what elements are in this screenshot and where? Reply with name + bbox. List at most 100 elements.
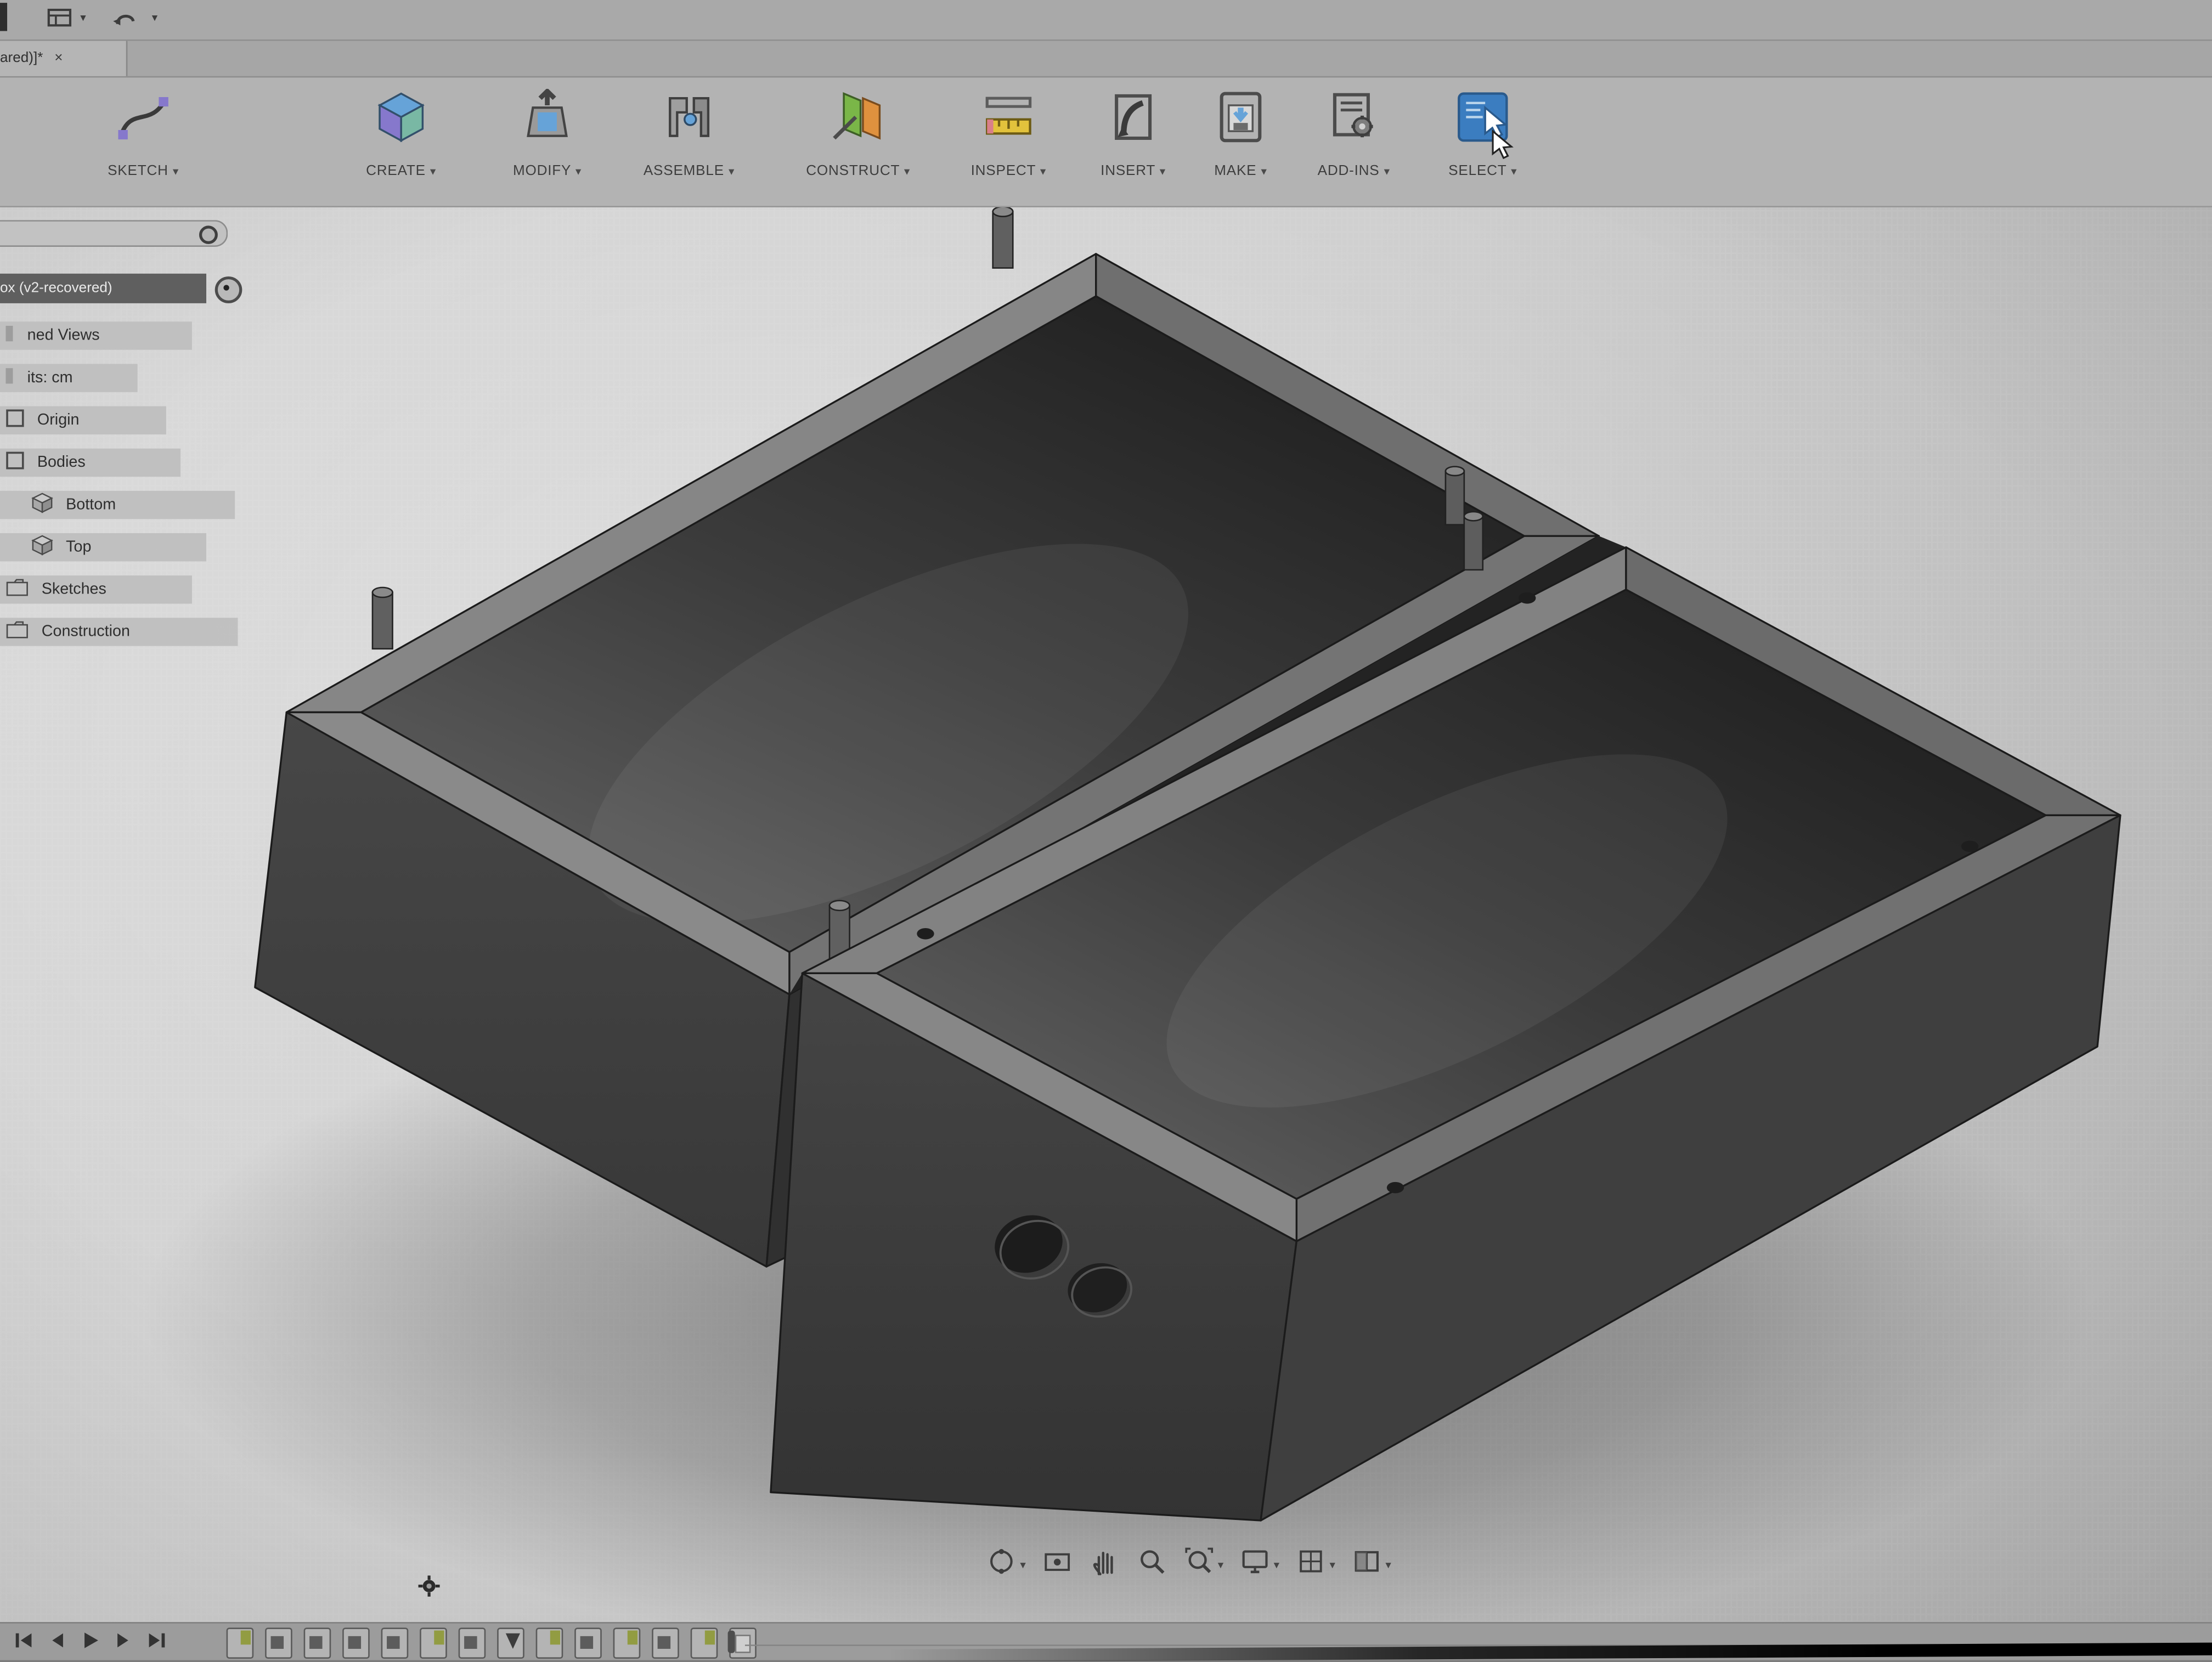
nav-grid-and-snaps-button[interactable]: ▾ xyxy=(1295,1546,1335,1584)
gear-icon[interactable] xyxy=(419,1575,440,1603)
toolbar-item-select[interactable]: SELECT ▾ xyxy=(1417,86,1549,179)
dropdown-caret-icon[interactable]: ▾ xyxy=(430,165,436,178)
timeline-playhead[interactable] xyxy=(728,1631,735,1653)
browser-row-construction[interactable]: Construction xyxy=(0,618,238,646)
nav-zoom-button[interactable] xyxy=(1136,1546,1167,1584)
look-at-icon xyxy=(1042,1546,1073,1584)
browser-row-bodies[interactable]: Bodies xyxy=(0,449,180,477)
nav-look-at-button[interactable] xyxy=(1042,1546,1073,1584)
toolbar-item-inspect[interactable]: INSPECT ▾ xyxy=(943,86,1074,179)
dropdown-caret-icon[interactable]: ▾ xyxy=(575,165,582,178)
timeline-feature-sketch-13[interactable] xyxy=(691,1627,718,1659)
toolbar-item-create[interactable]: CREATE ▾ xyxy=(335,86,467,179)
toolbar-item-make[interactable]: MAKE ▾ xyxy=(1175,86,1306,179)
dropdown-caret-icon[interactable]: ▾ xyxy=(904,165,910,178)
document-name-header[interactable]: ox (v2-recovered) xyxy=(0,274,206,303)
dropdown-caret-icon[interactable]: ▾ xyxy=(1160,165,1166,178)
browser-row-sketches[interactable]: Sketches xyxy=(0,575,192,603)
record-target-icon[interactable] xyxy=(215,276,242,303)
viewport[interactable] xyxy=(0,206,2212,1622)
timeline-feature-feature-10[interactable] xyxy=(574,1627,602,1659)
toolbar-item-construct[interactable]: CONSTRUCT ▾ xyxy=(792,86,924,179)
nav-pan-button[interactable] xyxy=(1089,1546,1120,1584)
timeline-go-to-end-button[interactable] xyxy=(146,1631,166,1658)
nav-fit-button[interactable]: ▾ xyxy=(1183,1546,1223,1584)
undo-icon[interactable] xyxy=(112,7,140,37)
model-scene[interactable] xyxy=(0,206,2212,1622)
ribbon-toolbar: SKETCH ▾ CREATE ▾ MODIFY ▾ ASSEMBLE ▾ CO… xyxy=(0,77,2212,207)
view-navigation-bar: ▾ ▾ ▾ ▾ ▾ xyxy=(986,1546,1391,1584)
dropdown-caret-icon[interactable]: ▾ xyxy=(80,12,86,24)
dropdown-caret-icon[interactable]: ▾ xyxy=(1274,1558,1279,1571)
timeline-feature-sketch-11[interactable] xyxy=(613,1627,641,1659)
dropdown-caret-icon[interactable]: ▾ xyxy=(729,165,735,178)
file-icon[interactable] xyxy=(47,7,73,37)
nav-viewports-button[interactable]: ▾ xyxy=(1351,1546,1391,1584)
folder-icon xyxy=(5,620,29,643)
timeline-feature-sketch-6[interactable] xyxy=(420,1627,447,1659)
insert-icon xyxy=(1104,89,1161,151)
dropdown-caret-icon[interactable]: ▾ xyxy=(152,12,157,24)
dropdown-caret-icon[interactable]: ▾ xyxy=(1385,1558,1391,1571)
dropdown-caret-icon[interactable]: ▾ xyxy=(1040,165,1046,178)
orbit-icon xyxy=(986,1546,1017,1584)
hole-icon xyxy=(1387,1182,1404,1194)
dot-circle-icon xyxy=(199,225,218,244)
dropdown-caret-icon[interactable]: ▾ xyxy=(1261,165,1267,178)
timeline-feature-feature-3[interactable] xyxy=(304,1627,331,1659)
timeline-feature-feature-2[interactable] xyxy=(265,1627,292,1659)
inspect-icon xyxy=(980,89,1037,151)
timeline-play-button[interactable] xyxy=(80,1631,100,1658)
addins-icon xyxy=(1325,89,1383,151)
browser-row-ned-views[interactable]: ned Views xyxy=(0,321,192,349)
timeline-feature-sketch-1[interactable] xyxy=(227,1627,254,1659)
timeline-feature-feature-12[interactable] xyxy=(652,1627,679,1659)
nav-display-settings-button[interactable]: ▾ xyxy=(1239,1546,1279,1584)
browser-panel: ox (v2-recovered) ned Views its: cm Orig… xyxy=(0,220,330,247)
toolbar-item-assemble[interactable]: ASSEMBLE ▾ xyxy=(623,86,755,179)
units-icon xyxy=(5,367,14,389)
toolbar-item-modify[interactable]: MODIFY ▾ xyxy=(481,86,613,179)
timeline-feature-feature-5[interactable] xyxy=(381,1627,409,1659)
timeline-feature-move-8[interactable] xyxy=(497,1627,524,1659)
tab-close-icon[interactable]: × xyxy=(54,51,63,66)
zoom-icon xyxy=(1136,1546,1167,1584)
cube-icon xyxy=(31,492,53,517)
mouse-cursor xyxy=(1491,130,1515,168)
document-tab[interactable]: ared)]* × xyxy=(0,41,127,76)
clipped-icon xyxy=(0,3,7,31)
dropdown-caret-icon[interactable]: ▾ xyxy=(173,165,179,178)
timeline-feature-feature-4[interactable] xyxy=(342,1627,370,1659)
timeline-go-to-start-button[interactable] xyxy=(14,1631,35,1658)
hole-icon xyxy=(917,928,934,940)
make-icon xyxy=(1212,89,1269,151)
quick-access-toolbar: ▾ ▾ xyxy=(0,0,2212,41)
timeline-feature-sketch-9[interactable] xyxy=(536,1627,563,1659)
document-tab-bar: ared)]* × xyxy=(0,41,2212,78)
timeline-feature-feature-7[interactable] xyxy=(459,1627,486,1659)
pin-icon xyxy=(1464,512,1483,570)
modify-icon xyxy=(518,89,575,151)
viewports-icon xyxy=(1351,1546,1383,1584)
timeline-step-forward-button[interactable] xyxy=(113,1631,133,1658)
browser-row-bottom[interactable]: Bottom xyxy=(0,491,235,519)
timeline-step-back-button[interactable] xyxy=(47,1631,67,1658)
dropdown-caret-icon[interactable]: ▾ xyxy=(1329,1558,1335,1571)
toolbar-item-add-ins[interactable]: ADD-INS ▾ xyxy=(1288,86,1420,179)
dropdown-caret-icon[interactable]: ▾ xyxy=(1218,1558,1223,1571)
fit-icon xyxy=(1183,1546,1215,1584)
pin-icon xyxy=(1446,467,1464,525)
browser-row-its-cm[interactable]: its: cm xyxy=(0,364,138,392)
toolbar-item-sketch[interactable]: SKETCH ▾ xyxy=(77,86,209,179)
dropdown-caret-icon[interactable]: ▾ xyxy=(1384,165,1390,178)
pan-icon xyxy=(1089,1546,1120,1584)
cube-icon xyxy=(31,535,53,560)
document-name: ox (v2-recovered) xyxy=(0,281,112,296)
dropdown-caret-icon[interactable]: ▾ xyxy=(1020,1558,1025,1571)
display-settings-icon xyxy=(1239,1546,1271,1584)
browser-row-origin[interactable]: Origin xyxy=(0,406,166,434)
browser-row-top[interactable]: Top xyxy=(0,533,206,561)
square-icon xyxy=(5,409,24,432)
browser-search-bar[interactable] xyxy=(0,220,228,247)
nav-orbit-button[interactable]: ▾ xyxy=(986,1546,1026,1584)
